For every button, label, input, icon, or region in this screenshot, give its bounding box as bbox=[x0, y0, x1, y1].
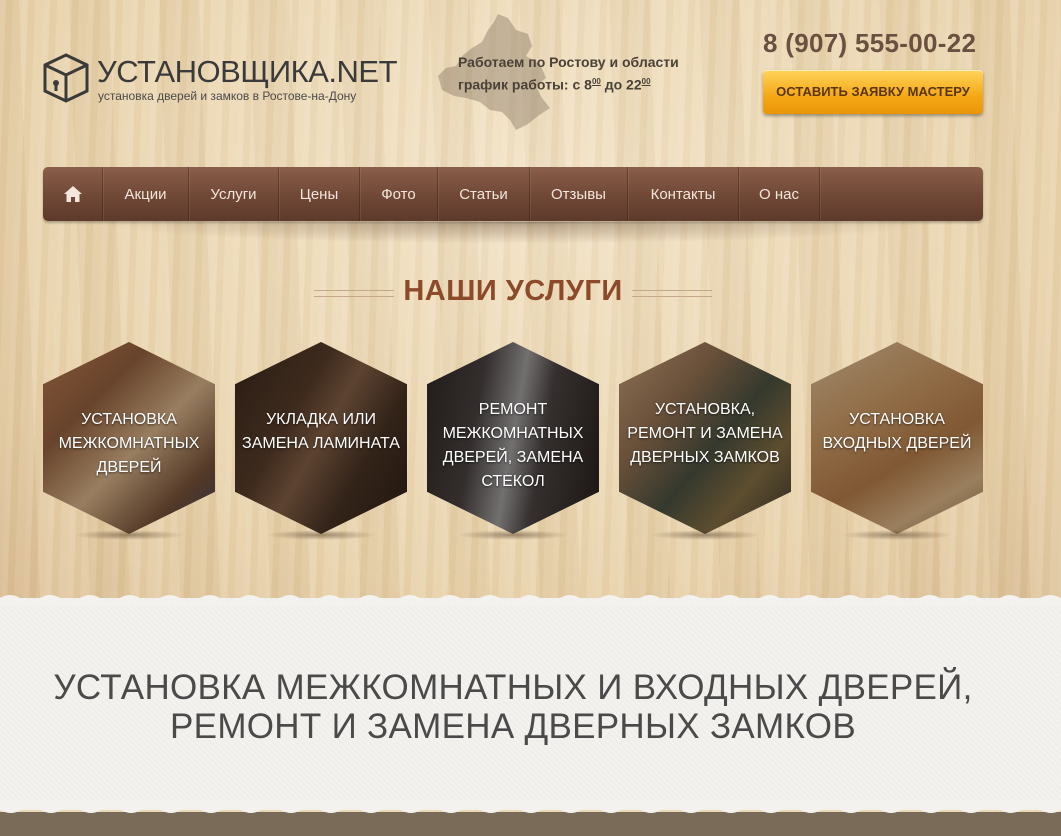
card-shadow bbox=[265, 530, 377, 540]
service-label: УСТАНОВКА, РЕМОНТ И ЗАМЕНА ДВЕРНЫХ ЗАМКО… bbox=[627, 401, 783, 466]
main-heading: УСТАНОВКА МЕЖКОМНАТНЫХ И ВХОДНЫХ ДВЕРЕЙ,… bbox=[0, 668, 1026, 746]
request-master-button[interactable]: ОСТАВИТЬ ЗАЯВКУ МАСТЕРУ bbox=[763, 70, 983, 114]
torn-edge-bottom bbox=[0, 800, 1061, 813]
card-shadow bbox=[649, 530, 761, 540]
phone-number[interactable]: 8 (907) 555-00-22 bbox=[763, 28, 976, 59]
card-shadow bbox=[73, 530, 185, 540]
nav-item-otzyvy[interactable]: Отзывы bbox=[530, 167, 628, 221]
schedule-from-minutes: 00 bbox=[591, 77, 601, 86]
schedule-prefix: график работы: с 8 bbox=[458, 76, 592, 93]
main-heading-line1: УСТАНОВКА МЕЖКОМНАТНЫХ И ВХОДНЫХ ДВЕРЕЙ, bbox=[53, 668, 973, 707]
nav-item-tseny[interactable]: Цены bbox=[279, 167, 360, 221]
service-card-entrance-doors[interactable]: УСТАНОВКА ВХОДНЫХ ДВЕРЕЙ bbox=[811, 342, 983, 540]
nav-item-stati[interactable]: Статьи bbox=[438, 167, 530, 221]
service-card-door-repair[interactable]: РЕМОНТ МЕЖКОМНАТНЫХ ДВЕРЕЙ, ЗАМЕНА СТЕКО… bbox=[427, 342, 599, 540]
service-label: УСТАНОВКА МЕЖКОМНАТНЫХ ДВЕРЕЙ bbox=[58, 411, 200, 476]
logo-title: УСТАНОВЩИКА.NET bbox=[97, 54, 398, 89]
work-hours-info: Работаем по Ростову и области график раб… bbox=[458, 52, 679, 95]
nav-item-foto[interactable]: Фото bbox=[360, 167, 438, 221]
service-label: РЕМОНТ МЕЖКОМНАТНЫХ ДВЕРЕЙ, ЗАМЕНА СТЕКО… bbox=[442, 401, 584, 490]
services-title: НАШИ УСЛУГИ bbox=[403, 275, 623, 307]
service-label: УКЛАДКА ИЛИ ЗАМЕНА ЛАМИНАТА bbox=[242, 411, 400, 452]
service-card-door-locks[interactable]: УСТАНОВКА, РЕМОНТ И ЗАМЕНА ДВЕРНЫХ ЗАМКО… bbox=[619, 342, 791, 540]
torn-edge-top bbox=[0, 595, 1061, 606]
home-icon bbox=[63, 186, 82, 202]
service-card-interior-doors[interactable]: УСТАНОВКА МЕЖКОМНАТНЫХ ДВЕРЕЙ bbox=[43, 342, 215, 540]
schedule-mid: до 22 bbox=[600, 76, 642, 93]
nav-item-uslugi[interactable]: Услуги bbox=[189, 167, 279, 221]
service-label: УСТАНОВКА ВХОДНЫХ ДВЕРЕЙ bbox=[822, 411, 972, 452]
card-shadow bbox=[457, 530, 569, 540]
work-schedule-text: график работы: с 800 до 2200 bbox=[458, 72, 679, 95]
service-card-laminate[interactable]: УКЛАДКА ИЛИ ЗАМЕНА ЛАМИНАТА bbox=[235, 342, 407, 540]
title-divider-right bbox=[632, 290, 712, 297]
main-nav: Акции Услуги Цены Фото Статьи Отзывы Кон… bbox=[43, 167, 983, 221]
schedule-to-minutes: 00 bbox=[641, 77, 651, 86]
card-shadow bbox=[841, 530, 953, 540]
nav-home[interactable] bbox=[43, 167, 103, 221]
nav-item-o-nas[interactable]: О нас bbox=[739, 167, 820, 221]
work-region-text: Работаем по Ростову и области bbox=[458, 54, 679, 70]
nav-item-kontakty[interactable]: Контакты bbox=[628, 167, 739, 221]
site-logo[interactable]: УСТАНОВЩИКА.NET установка дверей и замко… bbox=[43, 53, 398, 109]
nav-shadow bbox=[90, 222, 940, 244]
main-heading-line2: РЕМОНТ И ЗАМЕНА ДВЕРНЫХ ЗАМКОВ bbox=[170, 707, 856, 746]
logo-subtitle: установка дверей и замков в Ростове-на-Д… bbox=[98, 89, 357, 103]
nav-item-aktsii[interactable]: Акции bbox=[103, 167, 189, 221]
lock-box-icon bbox=[43, 53, 89, 103]
